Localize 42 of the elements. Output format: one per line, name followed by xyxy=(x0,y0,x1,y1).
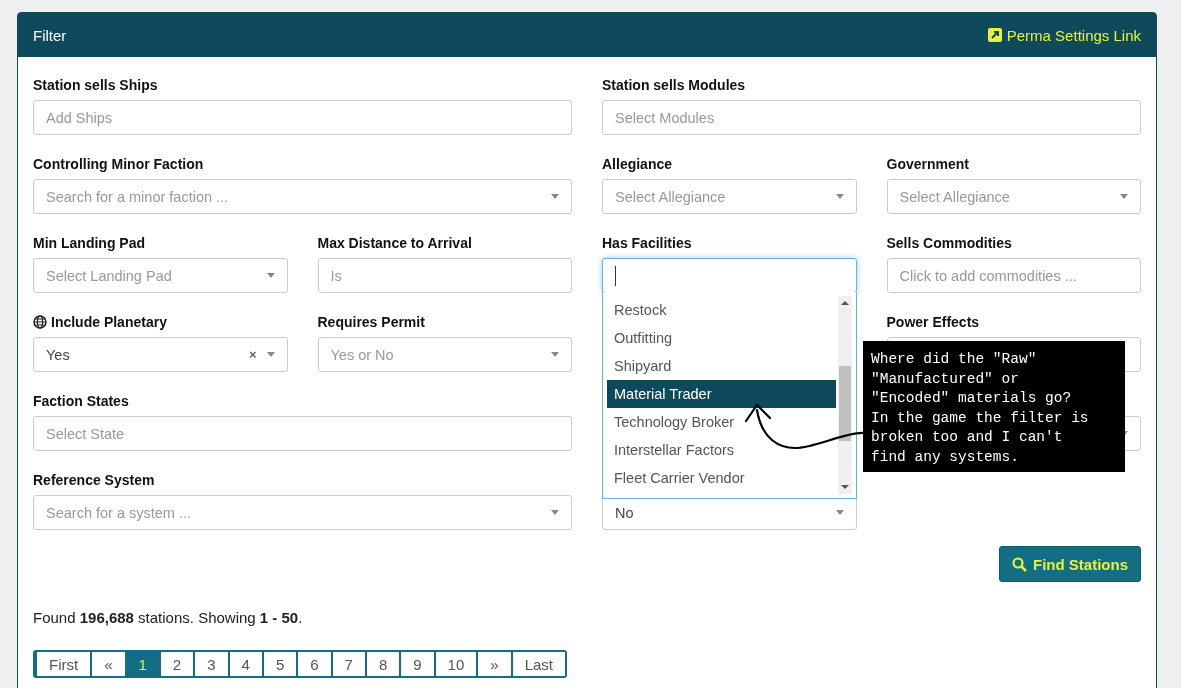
results-summary: Found 196,688 stations. Showing 1 - 50. xyxy=(33,609,304,626)
dropdown-option[interactable]: Fleet Carrier Vendor xyxy=(607,464,836,492)
external-link-icon xyxy=(987,28,1002,42)
field-label: Requires Permit xyxy=(317,314,425,330)
page-button[interactable]: 1 xyxy=(124,652,159,676)
panel-title: Filter xyxy=(33,26,67,44)
field-label: Reference System xyxy=(33,472,155,488)
caret-icon xyxy=(1120,194,1128,199)
caret-icon xyxy=(835,194,844,199)
field-label: Station sells Ships xyxy=(33,77,158,93)
find-stations-button[interactable]: Find Stations xyxy=(999,546,1141,582)
field-label: Station sells Modules xyxy=(602,77,746,93)
dropdown-option[interactable]: Technology Broker xyxy=(607,408,836,436)
field-label: Controlling Minor Faction xyxy=(33,156,204,172)
caret-icon xyxy=(835,510,844,515)
perma-settings-link[interactable]: Perma Settings Link xyxy=(987,26,1141,44)
caret-icon xyxy=(551,352,559,357)
clear-icon[interactable]: × xyxy=(248,347,257,362)
field-label: Max Distance to Arrival xyxy=(317,235,472,251)
search-field[interactable] xyxy=(602,258,857,293)
page-button[interactable]: Last xyxy=(510,652,565,676)
dropdown-option[interactable]: Shipyard xyxy=(607,352,836,380)
dropdown-option[interactable]: Outfitting xyxy=(607,324,836,352)
dropdown-option[interactable]: Interstellar Factors xyxy=(607,436,836,464)
field-label: Sells Commodities xyxy=(886,235,1012,251)
caret-icon xyxy=(266,273,275,278)
field-label: Min Landing Pad xyxy=(33,235,145,251)
comment-tooltip: Where did the "Raw" "Manufactured" or "Encoded" materials go? In the game the filter is broken too and I can't find any systems. xyxy=(863,341,1125,472)
field-label: Power Effects xyxy=(886,314,980,330)
field-label: Has Facilities xyxy=(602,235,692,251)
select-field[interactable]: Yes × xyxy=(33,337,288,372)
field-label: Faction States xyxy=(33,393,129,409)
caret-icon xyxy=(551,510,559,515)
field-label: Include Planetary xyxy=(51,314,167,330)
search-icon xyxy=(1012,556,1027,572)
scrollbar[interactable] xyxy=(837,296,852,494)
dropdown-option[interactable]: Material Trader xyxy=(607,380,836,408)
dropdown-option[interactable]: Restock xyxy=(607,296,836,324)
caret-icon xyxy=(266,352,275,357)
field-label: Government xyxy=(886,156,969,172)
caret-icon xyxy=(551,194,559,199)
field-label: Allegiance xyxy=(602,156,673,172)
